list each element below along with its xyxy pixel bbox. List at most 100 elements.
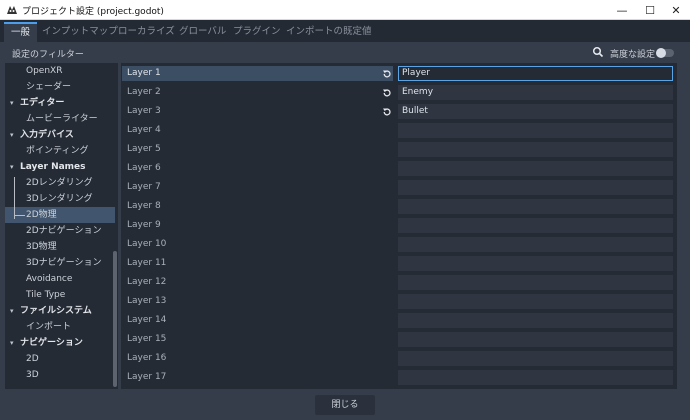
close-window-button[interactable]: ✕ <box>662 0 690 20</box>
layer-row[interactable]: Layer 8 <box>121 197 677 216</box>
layer-name-input[interactable] <box>398 142 673 157</box>
layer-name-input[interactable] <box>398 313 673 328</box>
layer-name-input[interactable] <box>398 123 673 138</box>
toggle-knob <box>656 48 666 58</box>
chevron-down-icon[interactable]: ▾ <box>10 335 14 351</box>
layer-label: Layer 2 <box>127 87 161 97</box>
layer-row[interactable]: Layer 9 <box>121 216 677 235</box>
layer-name-input[interactable] <box>398 370 673 385</box>
advanced-settings-toggle[interactable] <box>656 48 674 58</box>
sidebar-item-filesystem[interactable]: ▾ ファイルシステム <box>5 303 115 319</box>
sidebar-item-openxr[interactable]: OpenXR <box>5 63 115 79</box>
tree-guide-line <box>14 177 15 219</box>
sidebar-scrollbar[interactable] <box>113 251 117 387</box>
maximize-button[interactable]: ☐ <box>636 0 664 20</box>
layer-label: Layer 16 <box>127 353 167 363</box>
layer-label: Layer 3 <box>127 106 161 116</box>
layer-label: Layer 15 <box>127 334 167 344</box>
layer-name-input[interactable] <box>398 332 673 347</box>
revert-icon[interactable] <box>382 69 392 79</box>
layer-name-input[interactable] <box>398 256 673 271</box>
sidebar-item-label: ポインティング <box>26 146 89 156</box>
layer-row[interactable]: Layer 5 <box>121 140 677 159</box>
layer-name-input[interactable] <box>398 161 673 176</box>
layer-row[interactable]: Layer 1 Player <box>121 64 677 83</box>
sidebar-item-import[interactable]: インポート <box>5 319 115 335</box>
sidebar-item-label: Avoidance <box>26 274 73 284</box>
revert-icon[interactable] <box>382 88 392 98</box>
sidebar-item-label: インポート <box>26 322 72 332</box>
layer-name-input[interactable] <box>398 180 673 195</box>
layer-row[interactable]: Layer 6 <box>121 159 677 178</box>
tab-general[interactable]: 一般 <box>4 22 38 42</box>
sidebar-item-input-devices[interactable]: ▾ 入力デバイス <box>5 127 115 143</box>
layer-label: Layer 17 <box>127 372 167 382</box>
sidebar-item-3d-render[interactable]: 3Dレンダリング <box>5 191 115 207</box>
sidebar-item-3d-navigation[interactable]: 3Dナビゲーション <box>5 255 115 271</box>
layer-name-input[interactable]: Bullet <box>398 104 673 119</box>
sidebar-item-movie-writer[interactable]: ムービーライター <box>5 111 115 127</box>
sidebar-item-pointing[interactable]: ポインティング <box>5 143 115 159</box>
layer-name-input[interactable]: Player <box>398 66 673 81</box>
layer-row[interactable]: Layer 12 <box>121 273 677 292</box>
tree-guide-line <box>14 215 25 216</box>
advanced-settings-label: 高度な設定 <box>610 50 656 60</box>
window-titlebar: プロジェクト設定 (project.godot) — ☐ ✕ <box>0 0 690 20</box>
layer-name-input[interactable] <box>398 294 673 309</box>
layer-row[interactable]: Layer 7 <box>121 178 677 197</box>
layer-name-input[interactable] <box>398 199 673 214</box>
layer-name-input[interactable] <box>398 275 673 290</box>
search-icon[interactable] <box>592 46 604 58</box>
sidebar-item-label: 3D物理 <box>26 242 57 252</box>
sidebar-item-label: シェーダー <box>26 82 72 92</box>
settings-filter-input[interactable]: 設定のフィルター <box>12 47 84 60</box>
sidebar-item-editor[interactable]: ▾ エディター <box>5 95 115 111</box>
sidebar-item-layer-names[interactable]: ▾ Layer Names <box>5 159 115 175</box>
sidebar-item-label: 2D物理 <box>26 210 57 220</box>
sidebar-item-navigation[interactable]: ▾ ナビゲーション <box>5 335 115 351</box>
tab-import-defaults[interactable]: インポートの既定値 <box>279 22 379 42</box>
sidebar-item-label: エディター <box>20 98 65 108</box>
layer-name-input[interactable] <box>398 218 673 233</box>
layer-name-input[interactable] <box>398 351 673 366</box>
sidebar-item-label: ナビゲーション <box>20 338 83 348</box>
sidebar-item-shader[interactable]: シェーダー <box>5 79 115 95</box>
layer-label: Layer 12 <box>127 277 167 287</box>
sidebar-item-label: ムービーライター <box>26 114 98 124</box>
minimize-button[interactable]: — <box>608 0 636 20</box>
layer-row[interactable]: Layer 16 <box>121 349 677 368</box>
layer-row[interactable]: Layer 13 <box>121 292 677 311</box>
sidebar-item-3d-physics[interactable]: 3D物理 <box>5 239 115 255</box>
chevron-down-icon[interactable]: ▾ <box>10 159 14 175</box>
chevron-down-icon[interactable]: ▾ <box>10 127 14 143</box>
layer-row[interactable]: Layer 3 Bullet <box>121 102 677 121</box>
layer-name-input[interactable]: Enemy <box>398 85 673 100</box>
sidebar-item-avoidance[interactable]: Avoidance <box>5 271 115 287</box>
chevron-down-icon[interactable]: ▾ <box>10 303 14 319</box>
sidebar-item-tile-type[interactable]: Tile Type <box>5 287 115 303</box>
sidebar-item-3d[interactable]: 3D <box>5 367 115 383</box>
tab-globals[interactable]: グローバル <box>172 22 233 42</box>
chevron-down-icon[interactable]: ▾ <box>10 95 14 111</box>
sidebar-item-label: Tile Type <box>26 290 66 300</box>
revert-icon[interactable] <box>382 107 392 117</box>
layer-row[interactable]: Layer 10 <box>121 235 677 254</box>
layer-label: Layer 4 <box>127 125 161 135</box>
sidebar-item-2d[interactable]: 2D <box>5 351 115 367</box>
sidebar-item-2d-render[interactable]: 2Dレンダリング <box>5 175 115 191</box>
tab-bar: 一般 インプットマップ ローカライズ グローバル プラグイン インポートの既定値 <box>0 20 690 42</box>
layer-label: Layer 8 <box>127 201 161 211</box>
sidebar-item-label: 2Dナビゲーション <box>26 226 102 236</box>
layer-label: Layer 11 <box>127 258 167 268</box>
layer-row[interactable]: Layer 2 Enemy <box>121 83 677 102</box>
layer-row[interactable]: Layer 14 <box>121 311 677 330</box>
layer-row[interactable]: Layer 4 <box>121 121 677 140</box>
layer-row[interactable]: Layer 15 <box>121 330 677 349</box>
sidebar-item-2d-navigation[interactable]: 2Dナビゲーション <box>5 223 115 239</box>
window-title: プロジェクト設定 (project.godot) <box>22 7 164 17</box>
layer-row[interactable]: Layer 17 <box>121 368 677 387</box>
layer-name-input[interactable] <box>398 237 673 252</box>
sidebar-item-label: 3D <box>26 370 39 380</box>
close-button[interactable]: 閉じる <box>315 395 375 415</box>
layer-row[interactable]: Layer 11 <box>121 254 677 273</box>
